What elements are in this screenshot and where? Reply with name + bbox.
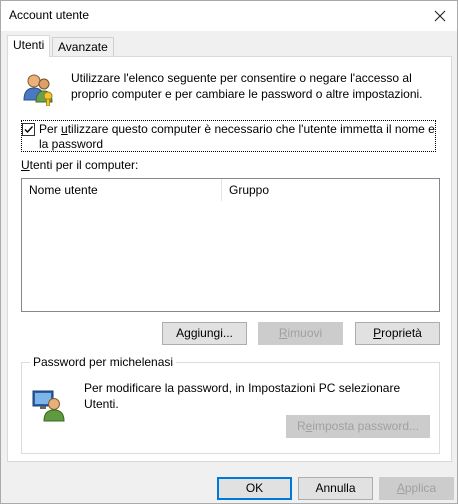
require-login-checkbox[interactable]: [22, 123, 35, 136]
title-bar: Account utente: [1, 1, 457, 31]
users-list[interactable]: Nome utente Gruppo: [21, 178, 440, 312]
column-gruppo[interactable]: Gruppo: [222, 179, 439, 201]
info-description: Utilizzare l'elenco seguente per consent…: [71, 71, 423, 101]
tab-avanzate[interactable]: Avanzate: [52, 37, 114, 57]
column-nome-utente[interactable]: Nome utente: [22, 179, 222, 201]
users-list-label: Utenti per il computer:: [21, 158, 139, 172]
user-monitor-icon: [32, 388, 66, 422]
checkmark-icon: [24, 126, 34, 134]
users-list-header: Nome utente Gruppo: [22, 179, 439, 201]
password-groupbox: Password per michelenasi Per modificare …: [21, 355, 440, 454]
cancel-button[interactable]: Annulla: [298, 477, 373, 500]
properties-button[interactable]: Proprietà: [355, 322, 440, 345]
close-button[interactable]: [423, 1, 457, 31]
password-info-text: Per modificare la password, in Impostazi…: [84, 381, 401, 411]
account-utente-dialog: Account utente Utenti Avanzate Utilizzar…: [0, 0, 458, 504]
require-login-label: Per utilizzare questo computer è necessa…: [39, 122, 435, 151]
require-login-option[interactable]: Per utilizzare questo computer è necessa…: [21, 120, 436, 152]
ok-button[interactable]: OK: [217, 477, 292, 500]
add-user-button[interactable]: Aggiungi...: [162, 322, 247, 345]
tab-strip: Utenti Avanzate: [7, 35, 447, 57]
password-group-title: Password per michelenasi: [30, 355, 177, 369]
window-title: Account utente: [9, 8, 90, 22]
close-icon: [434, 10, 446, 22]
tab-utenti[interactable]: Utenti: [7, 35, 51, 57]
remove-user-button[interactable]: Rimuovi: [258, 322, 343, 345]
apply-button[interactable]: Applica: [379, 477, 454, 500]
users-key-icon: [22, 72, 56, 107]
tab-panel-utenti: Utilizzare l'elenco seguente per consent…: [7, 56, 452, 462]
reset-password-button[interactable]: Reimposta password...: [286, 415, 430, 438]
